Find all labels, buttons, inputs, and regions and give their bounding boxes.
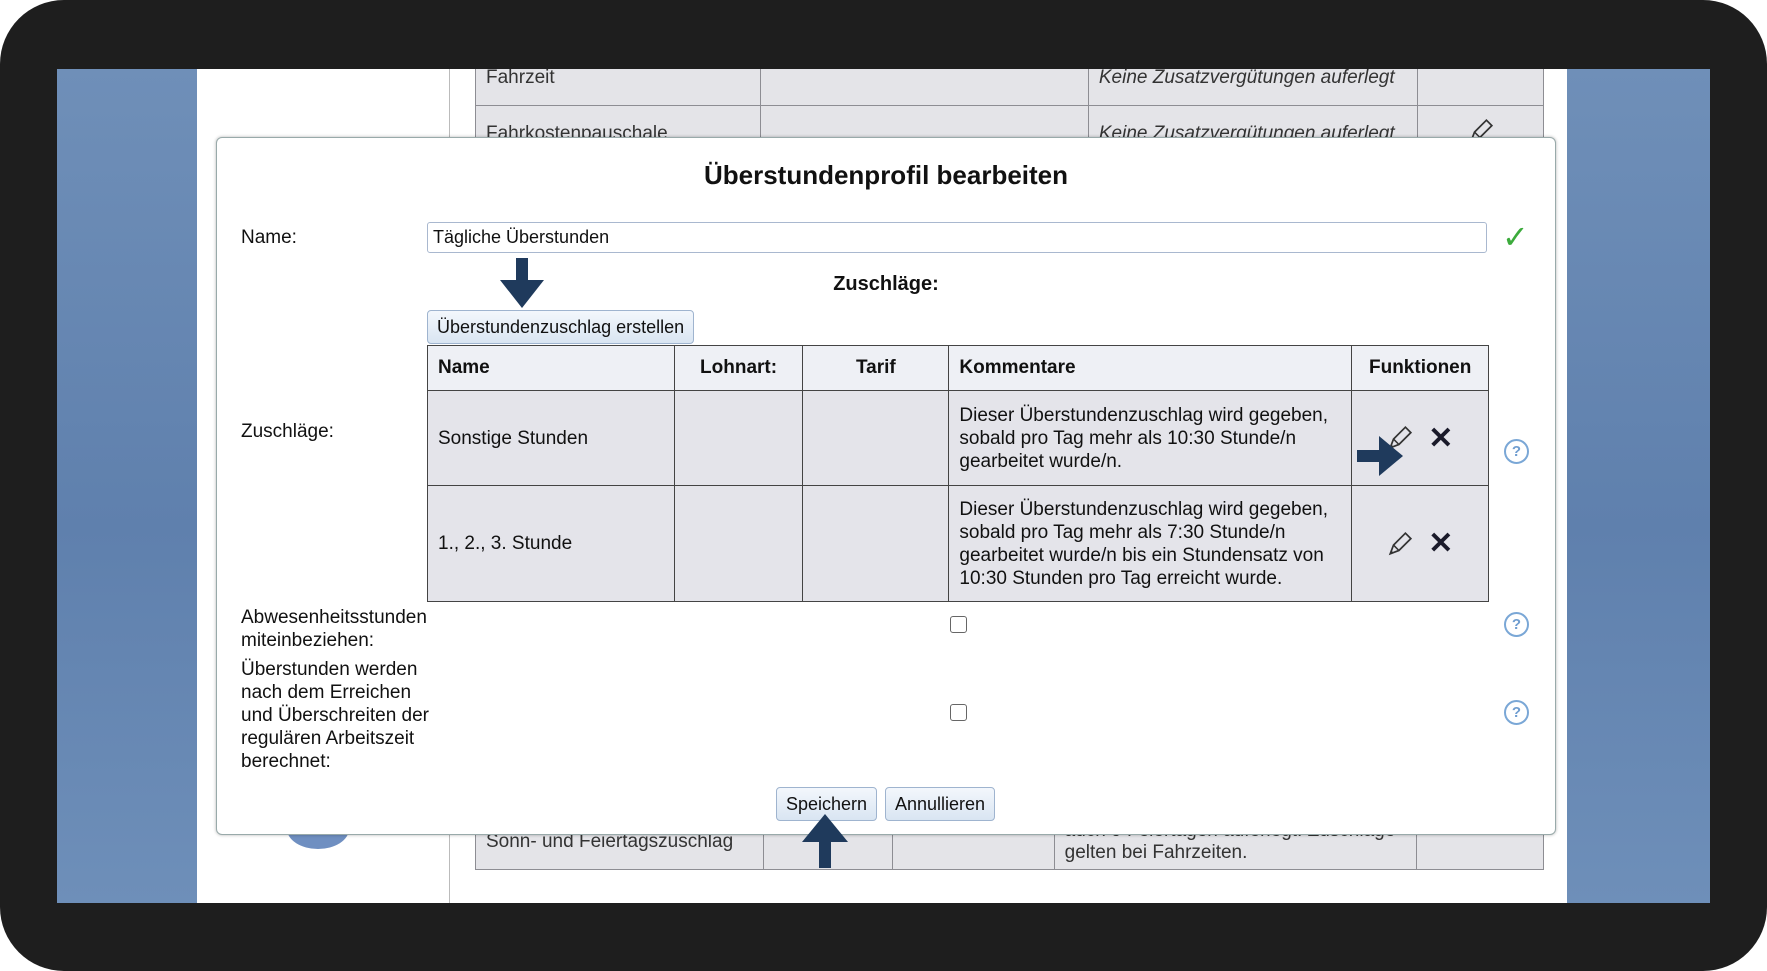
column-header-name: Name (427, 345, 675, 391)
absence-hours-checkbox[interactable] (950, 616, 967, 633)
help-circle-icon[interactable]: ? (1504, 612, 1529, 637)
cell-tarif (802, 390, 950, 486)
create-overtime-surcharge-button[interactable]: Überstundenzuschlag erstellen (427, 310, 695, 344)
absence-hours-label: Abwesenheitsstunden miteinbeziehen: (241, 607, 427, 651)
checkmark-icon: ✓ (1502, 219, 1529, 255)
table-row: Fahrzeit Keine Zusatzvergütungen auferle… (475, 69, 1544, 106)
edit-overtime-profile-dialog: Überstundenprofil bearbeiten Name: ✓ Zus… (216, 137, 1556, 835)
surcharge-table: Name Lohnart: Tarif Kommentare Funktione… (427, 345, 1489, 602)
arrow-icon (1357, 436, 1403, 476)
cell-lohnart (673, 390, 804, 486)
close-icon[interactable]: ✕ (1428, 529, 1453, 559)
overtime-calculation-label: Überstunden werden nach dem Erreichen un… (241, 659, 429, 772)
dialog-title: Überstundenprofil bearbeiten (703, 160, 1069, 190)
overtime-calculation-checkbox[interactable] (950, 704, 967, 721)
cell-name: 1., 2., 3. Stunde (427, 485, 675, 602)
cell-lohnart (673, 485, 804, 602)
table-row: Sonstige Stunden Dieser Überstundenzusch… (427, 390, 1489, 486)
cell-kommentar: Dieser Überstundenzuschlag wird gegeben,… (948, 485, 1353, 602)
name-label: Name: (241, 227, 297, 248)
table-header-row: Name Lohnart: Tarif Kommentare Funktione… (427, 345, 1489, 391)
pencil-icon[interactable] (1387, 531, 1413, 557)
bg-cell-name: Fahrzeit (475, 69, 761, 106)
cell-functions: ✕ (1351, 485, 1489, 602)
cell-tarif (802, 485, 950, 602)
arrow-icon (802, 814, 848, 868)
zuschlaege-heading: Zuschläge: (833, 273, 939, 295)
close-icon[interactable]: ✕ (1428, 423, 1453, 453)
column-header-kommentare: Kommentare (948, 345, 1353, 391)
bg-cell-comment: Keine Zusatzvergütungen auferlegt (1087, 69, 1419, 106)
cell-kommentar: Dieser Überstundenzuschlag wird gegeben,… (948, 390, 1353, 486)
name-input[interactable] (427, 222, 1487, 253)
help-circle-icon[interactable]: ? (1504, 700, 1529, 725)
cancel-button[interactable]: Annullieren (885, 787, 996, 821)
column-header-lohnart: Lohnart: (673, 345, 804, 391)
zuschlaege-label: Zuschläge: (241, 421, 334, 442)
cell-name: Sonstige Stunden (427, 390, 675, 486)
column-header-funktionen: Funktionen (1351, 345, 1489, 391)
arrow-icon (500, 258, 544, 308)
column-header-tarif: Tarif (802, 345, 950, 391)
table-row: 1., 2., 3. Stunde Dieser Überstundenzusc… (427, 485, 1489, 602)
help-circle-icon[interactable]: ? (1504, 439, 1529, 464)
